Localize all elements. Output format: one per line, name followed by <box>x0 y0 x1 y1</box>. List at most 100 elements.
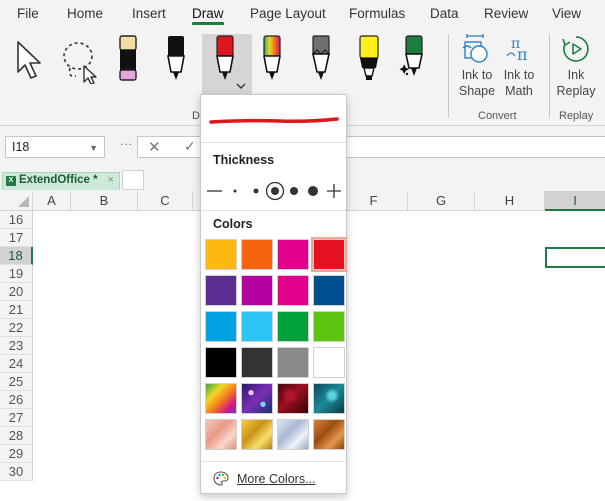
close-tab-icon[interactable]: × <box>108 174 114 186</box>
thickness-option-5[interactable] <box>290 187 298 195</box>
column-header[interactable]: G <box>408 191 475 211</box>
pen-icon <box>167 36 185 80</box>
thickness-option-6[interactable] <box>308 186 318 196</box>
row-header[interactable]: 26 <box>0 391 33 409</box>
color-swatch[interactable] <box>277 347 309 378</box>
highlighter-yellow[interactable] <box>354 34 384 86</box>
row-header[interactable]: 24 <box>0 355 33 373</box>
chevron-down-icon[interactable] <box>236 82 246 90</box>
sparkle-pen-icon <box>399 35 423 76</box>
row-header[interactable]: 28 <box>0 427 33 445</box>
texture-swatch-rose-gold[interactable] <box>205 419 237 450</box>
thickness-option-2[interactable] <box>233 189 237 193</box>
column-header[interactable]: F <box>340 191 408 211</box>
color-swatch[interactable] <box>241 239 273 270</box>
tab-data[interactable]: Data <box>430 6 459 21</box>
ribbon-tab-bar: File Home Insert Draw Page Layout Formul… <box>0 0 605 28</box>
row-header[interactable]: 19 <box>0 265 33 283</box>
ink-to-shape-icon <box>462 34 488 63</box>
tab-file[interactable]: File <box>17 6 39 21</box>
row-header[interactable]: 22 <box>0 319 33 337</box>
texture-swatch-lava[interactable] <box>277 383 309 414</box>
color-swatch[interactable] <box>313 311 345 342</box>
color-swatch[interactable] <box>205 311 237 342</box>
ink-to-shape-button[interactable]: Ink to Shape <box>456 34 498 99</box>
color-swatch[interactable] <box>205 275 237 306</box>
palette-icon <box>213 471 229 486</box>
color-swatch[interactable] <box>311 237 347 272</box>
highlighter-icon <box>359 35 379 80</box>
tab-home[interactable]: Home <box>67 6 103 21</box>
excel-icon: X <box>6 176 16 186</box>
more-colors-button[interactable]: More Colors... <box>213 471 316 486</box>
svg-text:π: π <box>517 45 528 64</box>
tab-draw[interactable]: Draw <box>192 6 224 25</box>
pencil-icon <box>312 35 330 80</box>
texture-swatch-rainbow[interactable] <box>205 383 237 414</box>
texture-swatch-bronze[interactable] <box>313 419 345 450</box>
color-swatch[interactable] <box>241 347 273 378</box>
pen-sparkle-green[interactable] <box>397 34 427 88</box>
color-swatch[interactable] <box>313 275 345 306</box>
more-options-icon[interactable]: ⋮ <box>119 138 134 151</box>
texture-swatch-silver[interactable] <box>277 419 309 450</box>
texture-swatch-ocean[interactable] <box>313 383 345 414</box>
row-header[interactable]: 16 <box>0 211 33 229</box>
chevron-down-icon[interactable]: ▼ <box>89 143 98 153</box>
pen-highlighter-pink[interactable] <box>114 34 142 86</box>
row-header[interactable]: 17 <box>0 229 33 247</box>
row-header[interactable]: 23 <box>0 337 33 355</box>
texture-swatch-gold[interactable] <box>241 419 273 450</box>
row-header-active[interactable]: 18 <box>0 247 33 265</box>
pen-black[interactable] <box>163 34 189 86</box>
divider <box>201 210 346 211</box>
workbook-tab[interactable]: X ExtendOffice * × <box>2 172 120 190</box>
texture-swatch-galaxy[interactable] <box>241 383 273 414</box>
column-header[interactable]: A <box>33 191 71 211</box>
tab-formulas[interactable]: Formulas <box>349 6 405 21</box>
pen-red-selected[interactable] <box>202 34 252 96</box>
lasso-select-button[interactable] <box>58 38 104 84</box>
color-swatch[interactable] <box>277 311 309 342</box>
row-header[interactable]: 21 <box>0 301 33 319</box>
select-tool-button[interactable] <box>12 38 48 82</box>
ink-to-math-button[interactable]: π π Ink to Math <box>500 34 538 99</box>
tab-view[interactable]: View <box>552 6 581 21</box>
ink-replay-label-1: Ink <box>567 68 585 82</box>
increase-thickness-icon[interactable] <box>327 184 341 198</box>
color-swatch[interactable] <box>241 275 273 306</box>
color-swatch[interactable] <box>277 239 309 270</box>
column-header[interactable]: H <box>475 191 545 211</box>
stroke-preview <box>209 117 339 124</box>
pen-rainbow[interactable] <box>259 34 285 86</box>
tab-page-layout[interactable]: Page Layout <box>250 6 326 21</box>
ink-replay-button[interactable]: Ink Replay <box>555 34 597 99</box>
active-cell[interactable] <box>545 247 605 268</box>
color-swatch[interactable] <box>313 347 345 378</box>
row-header[interactable]: 20 <box>0 283 33 301</box>
color-swatch[interactable] <box>277 275 309 306</box>
column-header[interactable]: C <box>138 191 193 211</box>
row-header[interactable]: 29 <box>0 445 33 463</box>
tab-review[interactable]: Review <box>484 6 528 21</box>
thickness-option-4-selected[interactable] <box>265 181 285 201</box>
select-all-button[interactable] <box>0 191 33 211</box>
thickness-option-3[interactable] <box>253 188 259 194</box>
close-icon[interactable]: ✕ <box>148 138 161 156</box>
formula-input[interactable] <box>346 136 605 158</box>
column-header[interactable]: B <box>71 191 138 211</box>
tab-insert[interactable]: Insert <box>132 6 166 21</box>
color-swatch[interactable] <box>241 311 273 342</box>
column-header-active[interactable]: I <box>545 191 605 211</box>
name-box[interactable]: I18 ▼ <box>5 136 105 158</box>
new-workbook-tab-button[interactable] <box>122 170 144 190</box>
divider <box>201 461 346 462</box>
color-swatch[interactable] <box>205 347 237 378</box>
check-icon[interactable]: ✓ <box>184 138 196 155</box>
row-header[interactable]: 27 <box>0 409 33 427</box>
name-box-value: I18 <box>12 140 30 154</box>
color-swatch[interactable] <box>205 239 237 270</box>
row-header[interactable]: 25 <box>0 373 33 391</box>
pencil-gray[interactable] <box>308 34 334 86</box>
row-header[interactable]: 30 <box>0 463 33 481</box>
